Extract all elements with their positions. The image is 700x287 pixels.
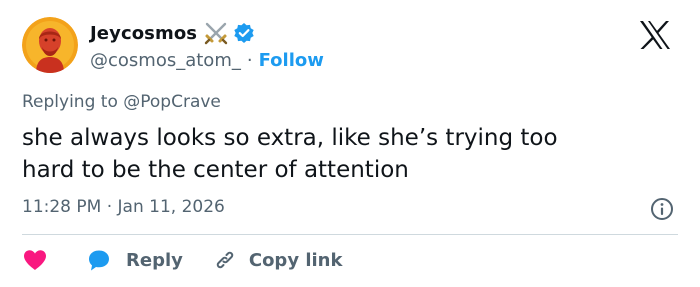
crossed-swords-icon bbox=[203, 20, 229, 46]
tweet-timestamp[interactable]: 11:28 PM · Jan 11, 2026 bbox=[22, 197, 225, 217]
separator-dot: · bbox=[246, 49, 253, 71]
copy-link-button[interactable]: Copy link bbox=[183, 248, 343, 272]
reply-label: Reply bbox=[126, 249, 183, 271]
like-button[interactable] bbox=[22, 248, 86, 272]
x-logo-icon[interactable] bbox=[638, 20, 672, 50]
heart-icon bbox=[24, 250, 46, 270]
display-name[interactable]: Jeycosmos bbox=[90, 23, 197, 44]
replying-to-label[interactable]: Replying to @PopCrave bbox=[22, 92, 221, 112]
philosopher-bust-avatar-icon bbox=[22, 17, 78, 73]
tweet-text: she always looks so extra, like she’s tr… bbox=[22, 125, 558, 183]
follow-button[interactable]: Follow bbox=[259, 50, 324, 71]
tweet-actions: Reply Copy link bbox=[22, 244, 342, 276]
author-handle-row: @cosmos_atom_ · Follow bbox=[90, 47, 324, 73]
reply-button[interactable]: Reply bbox=[86, 248, 183, 272]
author-handle[interactable]: @cosmos_atom_ bbox=[90, 50, 241, 71]
author-name-row: Jeycosmos bbox=[90, 20, 255, 46]
avatar[interactable] bbox=[22, 17, 78, 73]
verified-badge-icon bbox=[233, 22, 255, 44]
divider bbox=[22, 234, 678, 235]
copy-link-label: Copy link bbox=[248, 249, 343, 271]
info-icon[interactable] bbox=[650, 197, 674, 221]
reply-bubble-icon bbox=[89, 250, 109, 271]
link-icon bbox=[216, 251, 234, 269]
